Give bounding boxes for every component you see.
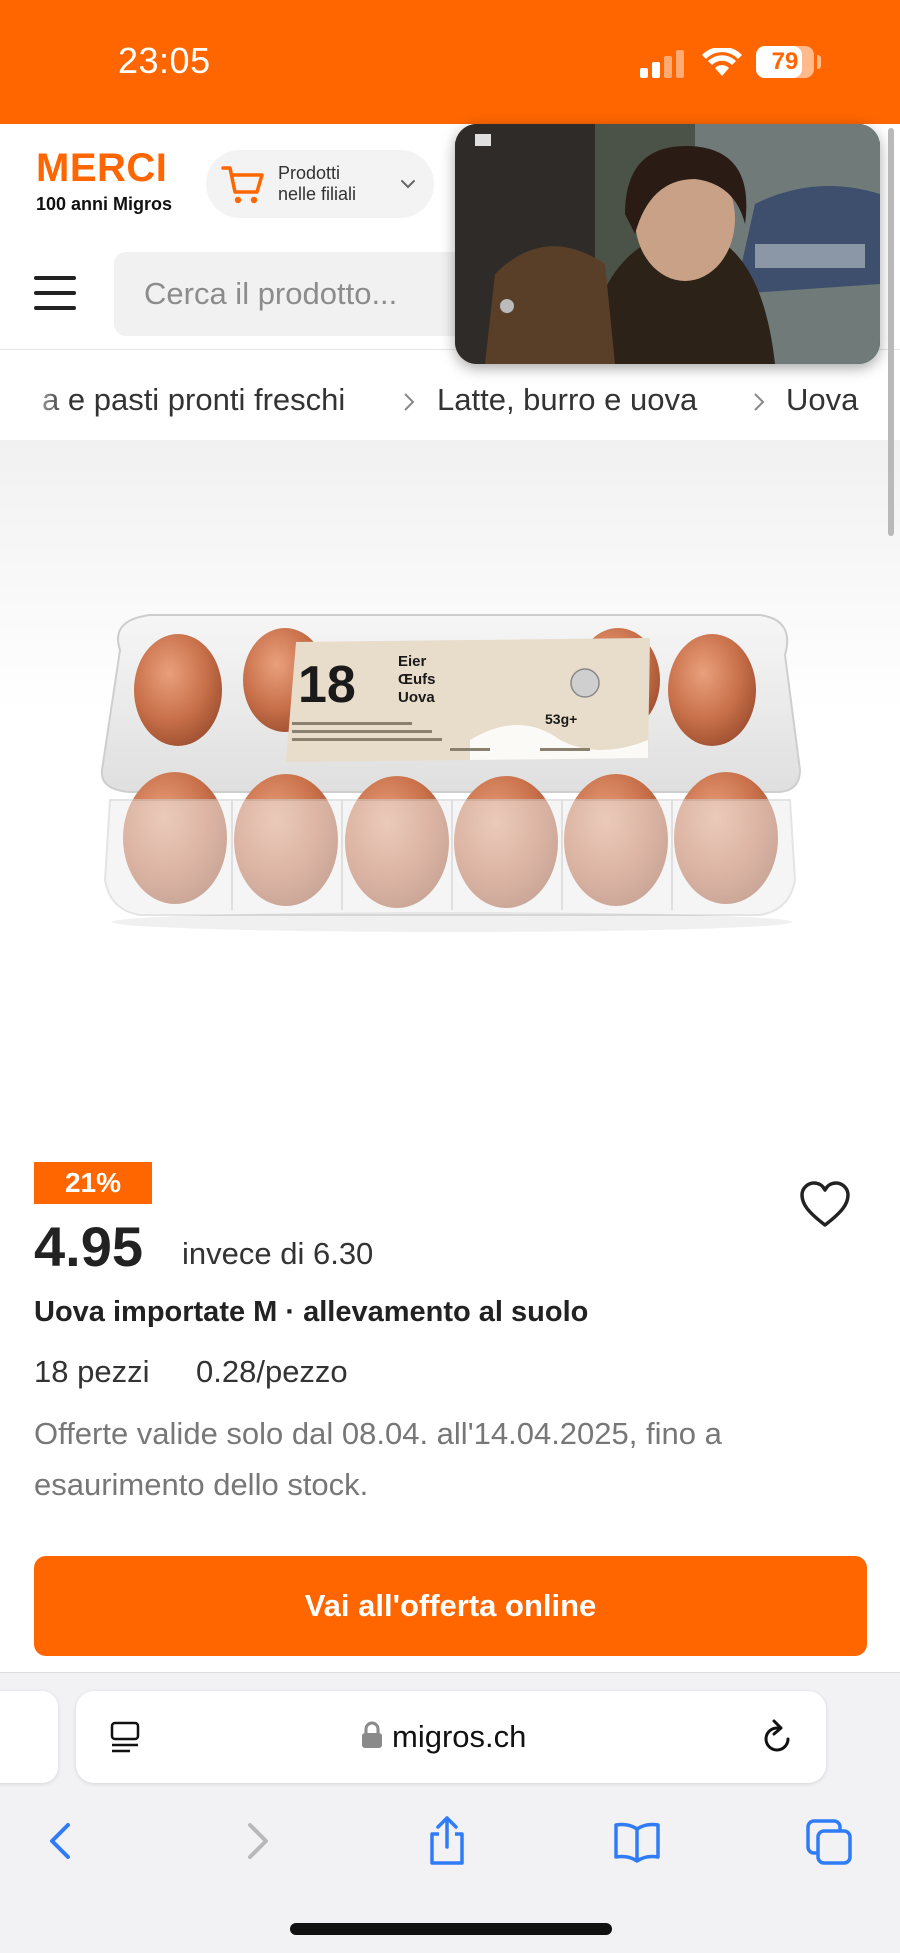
breadcrumb-item-eggs[interactable]: Uova bbox=[786, 382, 858, 418]
online-offer-button[interactable]: Vai all'offerta online bbox=[34, 1556, 867, 1656]
carton-name-de: Eier bbox=[398, 653, 427, 670]
status-time: 23:05 bbox=[118, 40, 211, 81]
url-text: migros.ch bbox=[392, 1719, 527, 1754]
store-products-label: Prodotti nelle filiali bbox=[278, 163, 357, 204]
share-icon[interactable] bbox=[422, 1815, 472, 1867]
original-price: invece di 6.30 bbox=[182, 1236, 374, 1271]
lock-icon bbox=[362, 1721, 382, 1748]
battery-tip bbox=[817, 55, 821, 69]
battery-percentage: 79 bbox=[771, 48, 799, 75]
breadcrumb-fade bbox=[0, 382, 64, 442]
carton-name-it: Uova bbox=[398, 689, 435, 706]
wifi-icon bbox=[702, 48, 742, 76]
breadcrumb-item-dairy[interactable]: Latte, burro e uova bbox=[437, 382, 697, 418]
forward-icon[interactable] bbox=[232, 1815, 282, 1867]
bookmarks-icon[interactable] bbox=[612, 1815, 662, 1867]
chevron-down-icon bbox=[401, 180, 415, 189]
cart-icon bbox=[221, 166, 264, 204]
chevron-right-icon bbox=[404, 393, 415, 411]
carton-count-text: 18 bbox=[298, 656, 356, 714]
tabs-icon[interactable] bbox=[804, 1815, 854, 1867]
breadcrumb: a e pasti pronti freschi Latte, burro e … bbox=[0, 382, 900, 442]
reload-icon[interactable] bbox=[760, 1717, 796, 1757]
address-bar[interactable]: migros.ch bbox=[76, 1691, 826, 1783]
current-price: 4.95 bbox=[34, 1215, 143, 1278]
favorite-heart-icon[interactable] bbox=[798, 1180, 852, 1230]
picture-in-picture-video[interactable] bbox=[455, 124, 880, 364]
status-bar: 23:05 79 bbox=[0, 0, 900, 124]
discount-badge: 21% bbox=[34, 1162, 152, 1204]
unit-price: 0.28/pezzo bbox=[196, 1354, 348, 1389]
chevron-right-icon bbox=[754, 393, 765, 411]
scrollbar[interactable] bbox=[888, 128, 894, 536]
logo-main-text: MERCI bbox=[36, 146, 168, 190]
product-image-area[interactable]: 18 Eier Œufs Uova 53g+ bbox=[0, 440, 900, 1120]
cellular-signal-icon bbox=[640, 50, 686, 78]
safari-toolbar: migros.ch bbox=[0, 1672, 900, 1953]
merci-logo[interactable]: MERCI 100 anni Migros bbox=[36, 148, 172, 215]
store-products-selector[interactable]: Prodotti nelle filiali bbox=[206, 150, 434, 218]
carton-name-fr: Œufs bbox=[398, 671, 436, 688]
hamburger-menu-icon[interactable] bbox=[34, 276, 76, 310]
back-icon[interactable] bbox=[36, 1815, 86, 1867]
offer-validity-note: Offerte valide solo dal 08.04. all'14.04… bbox=[34, 1416, 722, 1502]
logo-sub-text: 100 anni Migros bbox=[36, 194, 173, 214]
video-frame bbox=[455, 124, 880, 364]
product-pieces: 18 pezzi bbox=[34, 1354, 150, 1389]
page-menu-icon[interactable] bbox=[108, 1719, 142, 1755]
search-placeholder: Cerca il prodotto... bbox=[144, 276, 398, 311]
product-title: Uova importate M · allevamento al suolo bbox=[34, 1296, 589, 1328]
breadcrumb-item-ready-meals[interactable]: a e pasti pronti freschi bbox=[42, 382, 345, 418]
battery-icon: 79 bbox=[756, 46, 814, 78]
carton-weight: 53g+ bbox=[545, 711, 577, 727]
home-indicator[interactable] bbox=[290, 1923, 612, 1935]
product-image-egg-carton: 18 Eier Œufs Uova 53g+ bbox=[100, 614, 802, 932]
previous-tab-card[interactable] bbox=[0, 1691, 58, 1783]
